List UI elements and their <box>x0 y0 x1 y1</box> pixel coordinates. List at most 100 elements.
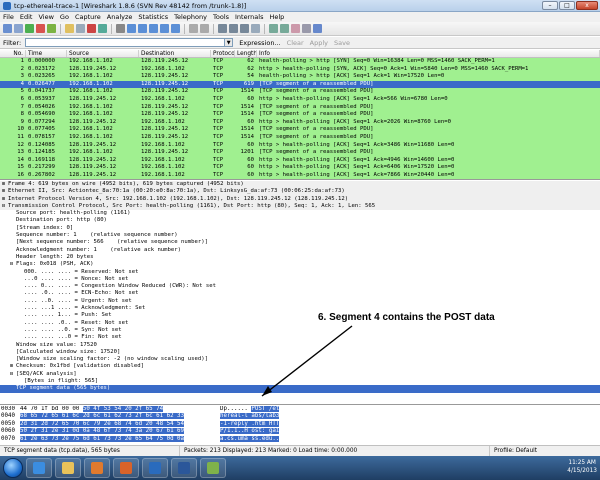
detail-row[interactable]: .... .... 1... = Push: Set <box>0 312 600 319</box>
auto-scroll-icon[interactable] <box>200 24 209 33</box>
stop-capture-icon[interactable] <box>36 24 45 33</box>
find-packet-icon[interactable] <box>116 24 125 33</box>
detail-row[interactable]: [Window size scaling factor: -2 (no wind… <box>0 356 600 363</box>
packet-row[interactable]: 7 0.054026 192.168.1.102 128.119.245.12 TCP 1… <box>0 103 600 112</box>
reload-icon[interactable] <box>98 24 107 33</box>
packet-row[interactable]: 1 0.000000 192.168.1.102 128.119.245.12 TCP 6… <box>0 58 600 66</box>
detail-row[interactable]: [Calculated window size: 17520] <box>0 349 600 356</box>
save-filter-button[interactable]: Save <box>334 39 350 47</box>
detail-row[interactable]: [Stream index: 0] <box>0 225 600 232</box>
start-button[interactable] <box>3 458 23 478</box>
menu-statistics[interactable]: Statistics <box>138 13 168 21</box>
detail-row[interactable]: .... .... .0.. = Reset: Not set <box>0 320 600 327</box>
clear-button[interactable]: Clear <box>287 39 304 47</box>
close-file-icon[interactable] <box>87 24 96 33</box>
taskbar-app-wireshark[interactable] <box>142 458 168 478</box>
coloring-rules-icon[interactable] <box>291 24 300 33</box>
menu-analyze[interactable]: Analyze <box>107 13 133 21</box>
byte-row[interactable]: 0040 68 65 72 65 61 6c 2d 6c 61 62 73 2f … <box>0 413 600 420</box>
status-profile[interactable]: Profile: Default <box>490 446 600 457</box>
column-header-protocol[interactable]: Protocol <box>211 50 235 57</box>
byte-row[interactable]: 0050 2d 31 2d 72 65 70 6c 79 2e 68 74 6d … <box>0 420 600 428</box>
colorize-icon[interactable] <box>189 24 198 33</box>
packet-row[interactable]: 2 0.023172 128.119.245.12 192.168.1.102 TCP 6… <box>0 65 600 74</box>
detail-row[interactable]: .... .... ...0 = Fin: Not set <box>0 334 600 341</box>
detail-row[interactable]: Sequence number: 1 (relative sequence nu… <box>0 232 600 239</box>
go-to-packet-icon[interactable] <box>149 24 158 33</box>
column-header-source[interactable]: Source <box>67 50 139 57</box>
detail-row[interactable]: Window size value: 17520 <box>0 342 600 349</box>
filter-input[interactable] <box>25 38 226 47</box>
detail-row[interactable]: ⊞ Ethernet II, Src: Actiontec_8a:70:1a (0… <box>0 188 600 196</box>
menu-help[interactable]: Help <box>269 13 284 21</box>
taskbar-app-ie[interactable] <box>26 458 52 478</box>
detail-row[interactable]: ...0 .... .... = Nonce: Not set <box>0 276 600 283</box>
detail-row[interactable]: Acknowledgment number: 1 (relative ack n… <box>0 247 600 254</box>
detail-row[interactable]: [Bytes in flight: 565] <box>0 378 600 385</box>
zoom-out-icon[interactable] <box>229 24 238 33</box>
column-header-time[interactable]: Time <box>26 50 67 57</box>
taskbar-app-paint[interactable] <box>200 458 226 478</box>
detail-row[interactable]: .... .... ..0. = Syn: Not set <box>0 327 600 334</box>
go-forward-icon[interactable] <box>138 24 147 33</box>
detail-row[interactable]: TCP segment data (565 bytes) <box>0 385 600 393</box>
save-file-icon[interactable] <box>76 24 85 33</box>
preferences-icon[interactable] <box>302 24 311 33</box>
minimize-button[interactable]: – <box>542 1 558 10</box>
byte-row[interactable]: 0070 61 2e 63 73 2e 75 6d 61 73 73 2e 65 … <box>0 435 600 443</box>
resize-columns-icon[interactable] <box>251 24 260 33</box>
column-header-length[interactable]: Length <box>235 50 257 57</box>
detail-row[interactable]: ⊞ Frame 4: 619 bytes on wire (4952 bits),… <box>0 181 600 189</box>
maximize-button[interactable]: □ <box>559 1 575 10</box>
packet-row[interactable]: 13 0.124185 192.168.1.102 128.119.245.12 TCP… <box>0 149 600 157</box>
column-header-info[interactable]: Info <box>257 50 600 57</box>
menu-internals[interactable]: Internals <box>235 13 263 21</box>
detail-row[interactable]: .... ..0. .... = Urgent: Not set <box>0 298 600 305</box>
column-header-no[interactable]: No. <box>0 50 26 57</box>
detail-row[interactable]: 000. .... .... = Reserved: Not set <box>0 269 600 276</box>
packet-row[interactable]: 12 0.124085 128.119.245.12 192.168.1.102 TCP… <box>0 141 600 150</box>
detail-row[interactable]: .... ...1 .... = Acknowledgment: Set <box>0 305 600 312</box>
display-filters-icon[interactable] <box>280 24 289 33</box>
menu-view[interactable]: View <box>38 13 53 21</box>
packet-row[interactable]: 3 0.023265 192.168.1.102 128.119.245.12 TCP 5… <box>0 73 600 81</box>
packet-row[interactable]: 15 0.217299 128.119.245.12 192.168.1.102 TCP… <box>0 164 600 172</box>
packet-row[interactable]: 10 0.077405 192.168.1.102 128.119.245.12 TCP… <box>0 126 600 134</box>
restart-capture-icon[interactable] <box>47 24 56 33</box>
menu-telephony[interactable]: Telephony <box>174 13 207 21</box>
taskbar-app-firefox[interactable] <box>113 458 139 478</box>
go-back-icon[interactable] <box>127 24 136 33</box>
packet-row[interactable]: 14 0.169118 128.119.245.12 192.168.1.102 TCP… <box>0 156 600 165</box>
normal-size-icon[interactable] <box>240 24 249 33</box>
detail-row[interactable]: [Next sequence number: 566 (relative seq… <box>0 239 600 246</box>
taskbar-app-explorer[interactable] <box>55 458 81 478</box>
packet-row[interactable]: 11 0.078157 192.168.1.102 128.119.245.12 TCP… <box>0 133 600 142</box>
byte-row[interactable]: 0030 44 70 1f bd 00 00 50 4f 53 54 20 2f … <box>0 406 600 413</box>
menu-edit[interactable]: Edit <box>20 13 33 21</box>
detail-row[interactable]: ⊟ Flags: 0x018 (PSH, ACK) <box>0 261 600 268</box>
packet-row[interactable]: 5 0.041737 192.168.1.102 128.119.245.12 TCP 1… <box>0 88 600 96</box>
detail-row[interactable]: Destination port: http (80) <box>0 217 600 224</box>
menu-tools[interactable]: Tools <box>213 13 229 21</box>
detail-row[interactable]: ⊞ Checksum: 0x1fbd [validation disabled] <box>0 363 600 370</box>
open-file-icon[interactable] <box>65 24 74 33</box>
packet-row[interactable]: 4 0.026477 192.168.1.102 128.119.245.12 TCP 6… <box>0 80 600 89</box>
zoom-in-icon[interactable] <box>218 24 227 33</box>
byte-row[interactable]: 0060 50 2f 31 2e 31 0d 0a 48 6f 73 74 3a … <box>0 428 600 435</box>
capture-filters-icon[interactable] <box>269 24 278 33</box>
packet-row[interactable]: 6 0.053937 128.119.245.12 192.168.1.102 TCP 6… <box>0 95 600 104</box>
menu-go[interactable]: Go <box>60 13 69 21</box>
packet-row[interactable]: 16 0.267802 128.119.245.12 192.168.1.102 TCP… <box>0 171 600 179</box>
start-capture-icon[interactable] <box>25 24 34 33</box>
apply-button[interactable]: Apply <box>310 39 328 47</box>
taskbar-app-media[interactable] <box>84 458 110 478</box>
go-first-icon[interactable] <box>160 24 169 33</box>
close-button[interactable]: x <box>576 1 598 10</box>
menu-file[interactable]: File <box>3 13 14 21</box>
go-last-icon[interactable] <box>171 24 180 33</box>
taskbar-app-word[interactable] <box>171 458 197 478</box>
detail-row[interactable]: ⊟ Transmission Control Protocol, Src Port… <box>0 202 600 211</box>
interfaces-icon[interactable] <box>3 24 12 33</box>
expression-button[interactable]: Expression... <box>239 39 280 47</box>
packet-row[interactable]: 8 0.054690 192.168.1.102 128.119.245.12 TCP 1… <box>0 111 600 119</box>
